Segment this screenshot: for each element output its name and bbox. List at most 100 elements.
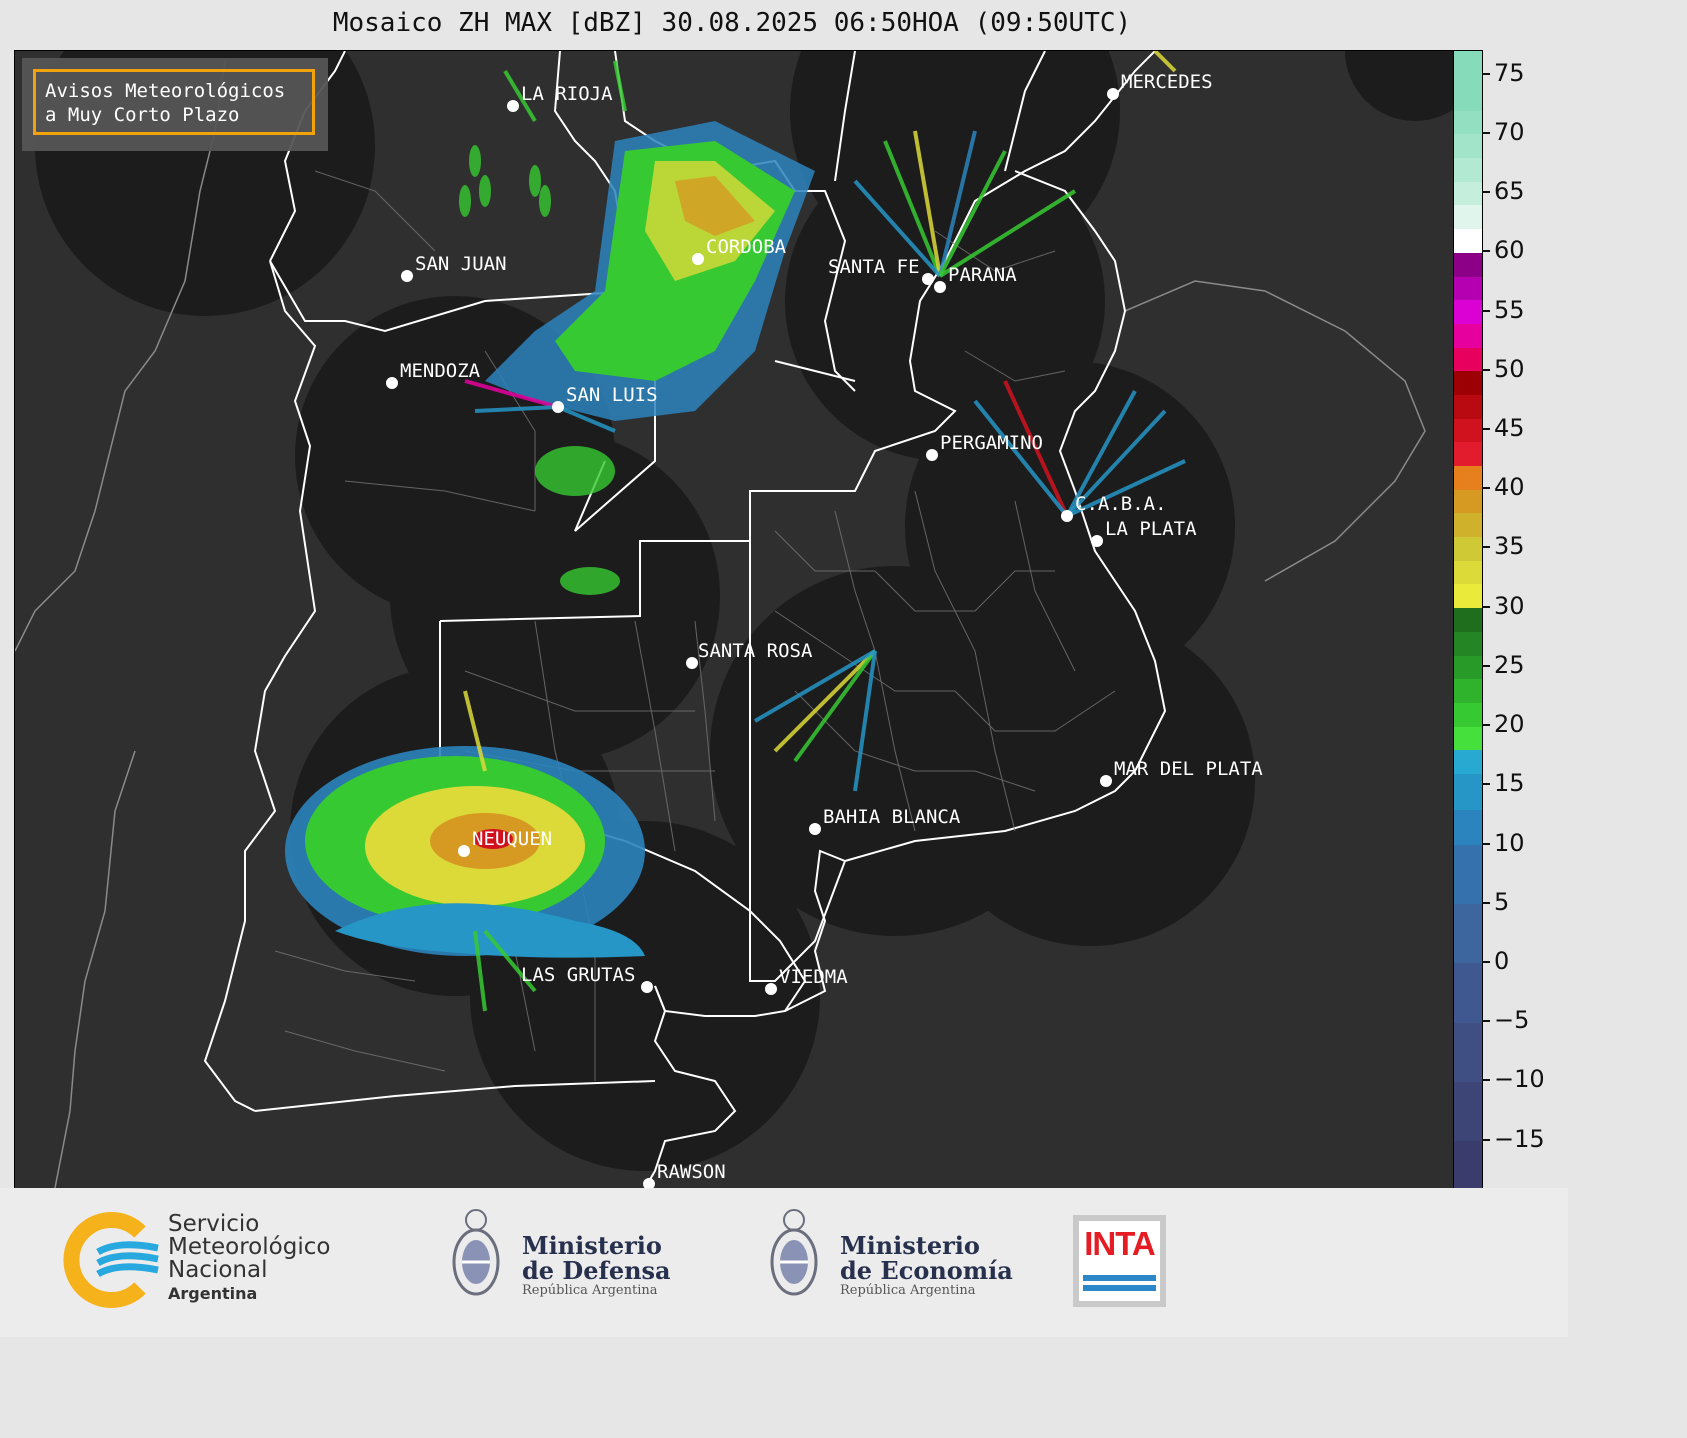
echo-cell	[459, 185, 471, 217]
warning-line-1: Avisos Meteorológicos	[45, 80, 286, 102]
echo-cell	[539, 185, 551, 217]
colorbar-segment	[1454, 560, 1482, 585]
city-marker[interactable]	[386, 377, 398, 389]
ministerio-defensa-logo: Ministerio de Defensa República Argentin…	[522, 1233, 671, 1298]
colorbar-tick	[1482, 191, 1490, 194]
inta-logo-box: INTA	[1079, 1221, 1160, 1301]
colorbar-segment	[1454, 489, 1482, 514]
city-label: SAN JUAN	[415, 253, 507, 275]
echo-sanluis-south	[535, 446, 615, 496]
colorbar-segment	[1454, 299, 1482, 324]
city-marker[interactable]	[401, 270, 413, 282]
colorbar-tick	[1482, 368, 1490, 371]
colorbar-segment	[1454, 157, 1482, 182]
defensa-line-2: de Defensa	[522, 1256, 671, 1285]
echo-south-cell	[560, 567, 620, 595]
colorbar-tick-label: 55	[1494, 295, 1525, 324]
city-marker[interactable]	[507, 100, 519, 112]
colorbar-tick-label: −5	[1494, 1006, 1530, 1035]
very-short-term-warnings-button[interactable]: Avisos Meteorológicos a Muy Corto Plazo	[33, 69, 315, 135]
colorbar-tick	[1482, 664, 1490, 667]
smn-line-2: Meteorológico	[168, 1234, 331, 1260]
city-marker[interactable]	[458, 845, 470, 857]
colorbar-tick	[1482, 428, 1490, 430]
city-marker[interactable]	[552, 401, 564, 413]
echo-radial-spoke	[613, 60, 627, 112]
ministerio-economia-logo: Ministerio de Economía República Argenti…	[840, 1233, 1013, 1298]
colorbar-segment	[1454, 370, 1482, 395]
colorbar-tick	[1482, 605, 1490, 608]
city-marker[interactable]	[809, 823, 821, 835]
city-label: SAN LUIS	[566, 384, 658, 406]
economia-line-1: Ministerio	[840, 1231, 980, 1260]
colorbar-tick-label: 35	[1494, 532, 1525, 561]
city-marker[interactable]	[1061, 510, 1073, 522]
economia-line-2: de Economía	[840, 1256, 1013, 1285]
colorbar-segment	[1454, 110, 1482, 135]
colorbar-segment	[1454, 512, 1482, 538]
city-marker[interactable]	[692, 253, 704, 265]
colorbar-tick	[1482, 1020, 1490, 1023]
radar-map[interactable]: LA RIOJA MERCEDES SAN JUAN CORDOBA SANTA FE P…	[14, 50, 1454, 1189]
colorbar-tick-label: 10	[1494, 828, 1525, 857]
city-marker[interactable]	[643, 1178, 655, 1188]
city-label: VIEDMA	[779, 966, 848, 988]
colorbar-segment	[1454, 678, 1482, 703]
colorbar-segment	[1454, 418, 1482, 443]
city-marker[interactable]	[1091, 535, 1103, 547]
city-label: LA RIOJA	[521, 83, 613, 105]
colorbar-tick	[1482, 131, 1490, 134]
city-marker[interactable]	[686, 657, 698, 669]
colorbar-segment	[1454, 1022, 1482, 1082]
colorbar-tick-label: 20	[1494, 710, 1525, 739]
colorbar-segment	[1454, 631, 1482, 656]
smn-line-4: Argentina	[168, 1284, 258, 1303]
colorbar-tick	[1482, 960, 1490, 963]
defensa-line-3: República Argentina	[522, 1283, 658, 1298]
colorbar-tick-label: 75	[1494, 58, 1525, 87]
colorbar-tick	[1482, 724, 1490, 727]
colorbar-segment	[1454, 323, 1482, 348]
colorbar-tick	[1482, 1079, 1490, 1082]
colorbar	[1453, 50, 1483, 1189]
city-label: PARANA	[948, 264, 1017, 286]
colorbar-tick-label: 40	[1494, 473, 1525, 502]
city-marker[interactable]	[926, 449, 938, 461]
colorbar-segment	[1454, 181, 1482, 206]
colorbar-segment	[1454, 441, 1482, 467]
inta-logo-text: INTA	[1084, 1225, 1156, 1262]
economia-coat-of-arms-icon	[770, 1209, 818, 1296]
city-marker[interactable]	[641, 981, 653, 993]
city-marker[interactable]	[765, 983, 777, 995]
city-marker[interactable]	[934, 281, 946, 293]
echo-radial-spoke	[1153, 51, 1177, 73]
city-label: CORDOBA	[706, 236, 787, 258]
colorbar-tick	[1482, 487, 1490, 490]
colorbar-tick-label: 5	[1494, 887, 1510, 916]
colorbar-segment	[1454, 773, 1482, 810]
city-marker[interactable]	[1100, 775, 1112, 787]
city-marker[interactable]	[922, 273, 934, 285]
colorbar-segment	[1454, 702, 1482, 727]
city-marker[interactable]	[1107, 88, 1119, 100]
city-label: MERCEDES	[1121, 71, 1213, 93]
smn-line-1: Servicio	[168, 1211, 260, 1237]
colorbar-segment	[1454, 607, 1482, 632]
colorbar-segment	[1454, 809, 1482, 846]
warning-line-2: a Muy Corto Plazo	[45, 104, 240, 126]
colorbar-segment	[1454, 228, 1482, 253]
echo-cell	[479, 175, 491, 207]
colorbar-segment	[1454, 726, 1482, 751]
map-title: Mosaico ZH MAX [dBZ] 30.08.2025 06:50HOA…	[332, 8, 1132, 38]
colorbar-segment	[1454, 962, 1482, 1023]
colorbar-tick	[1482, 901, 1490, 904]
colorbar-segment	[1454, 465, 1482, 490]
colorbar-tick	[1482, 783, 1490, 786]
echo-cell	[469, 145, 481, 177]
radar-map-canvas: LA RIOJA MERCEDES SAN JUAN CORDOBA SANTA FE P…	[15, 51, 1453, 1188]
colorbar-segment	[1454, 133, 1482, 159]
city-label: NEUQUEN	[472, 828, 552, 850]
colorbar-tick-label: 0	[1494, 946, 1510, 975]
colorbar-tick-label: 30	[1494, 591, 1525, 620]
smn-logo-text: Servicio Meteorológico Nacional Argentin…	[168, 1213, 330, 1305]
